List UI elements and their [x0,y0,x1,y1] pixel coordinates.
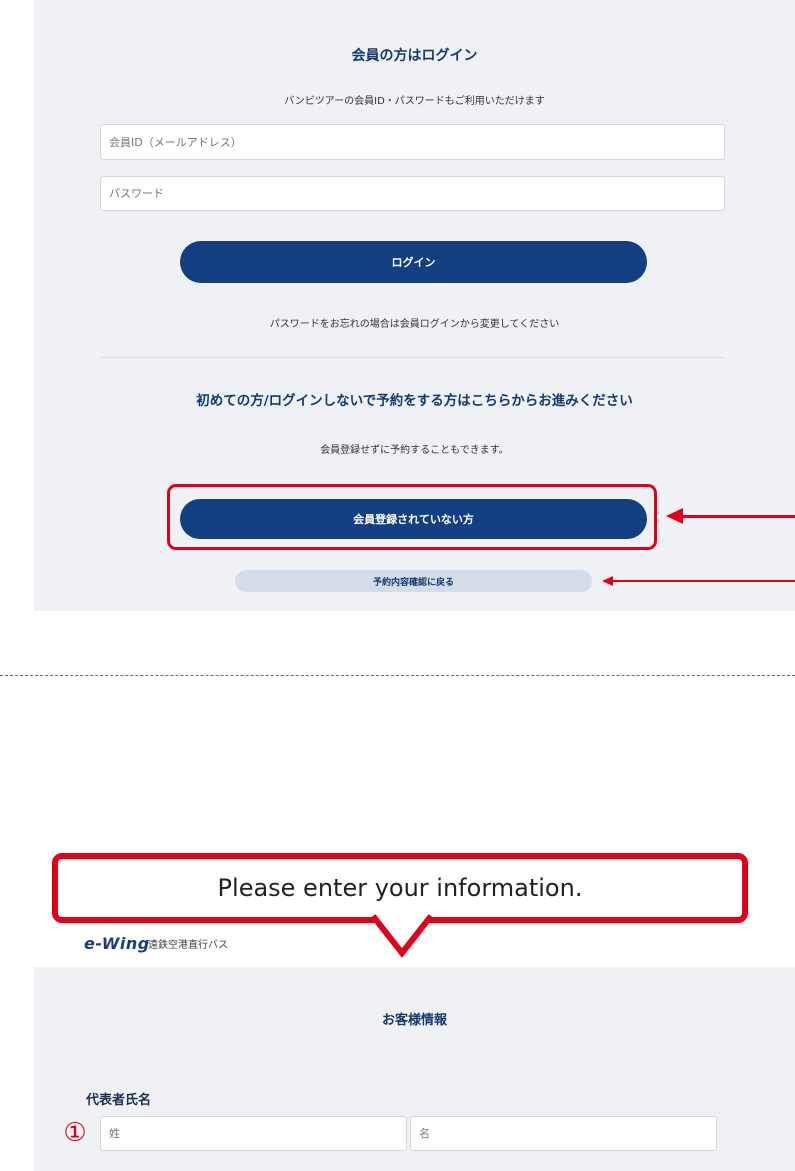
member-id-input[interactable] [100,124,725,160]
representative-name-label: 代表者氏名 [86,1093,152,1108]
e-wing-logo: e-Wing [84,934,150,953]
divider [100,357,725,358]
step-number-marker: ① [63,1118,87,1148]
guest-subtitle: 会員登録せずに予約することもできます。 [320,445,509,456]
login-subtitle: バンビツアーの会員ID・パスワードもご利用いただけます [284,96,545,107]
forgot-password-text: パスワードをお忘れの場合は会員ログインから変更してください [269,319,560,330]
first-name-input[interactable] [410,1116,717,1151]
back-to-confirmation-button[interactable]: 予約内容確認に戻る [235,570,592,592]
highlight-frame [167,484,657,550]
arrow-line [682,515,795,518]
arrow-line [612,580,795,582]
guest-title: 初めての方/ログインしないで予約をする方はこちらからお進みください [196,393,633,409]
password-input[interactable] [100,176,725,211]
last-name-input[interactable] [100,1116,407,1151]
customer-info-title: お客様情報 [381,1013,447,1028]
customer-info-panel: お客様情報 代表者氏名 [34,967,795,1171]
callout-pointer-icon [370,914,434,958]
login-title: 会員の方はログイン [351,48,478,64]
arrow-left-icon [602,576,613,586]
arrow-left-icon [666,508,683,524]
login-button[interactable]: ログイン [180,241,647,283]
dashed-separator [0,675,795,676]
callout-text: Please enter your information. [217,874,583,902]
header-subtitle: 遠鉄空港直行バス [148,940,228,951]
